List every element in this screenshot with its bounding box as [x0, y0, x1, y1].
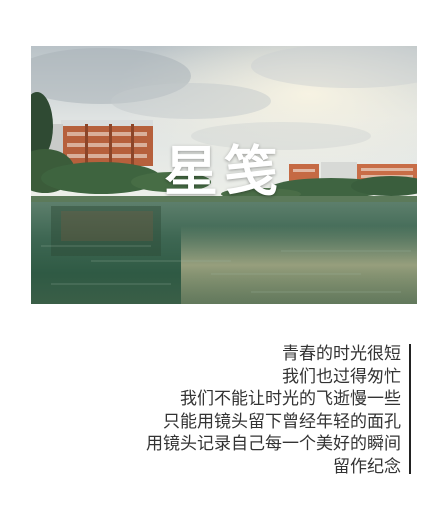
poem-line: 留作纪念: [333, 456, 401, 477]
vertical-divider: [409, 344, 411, 474]
cover-title: 星笺: [164, 140, 284, 203]
poem-text: 青春的时光很短 我们也过得匆忙 我们不能让时光的飞逝慢一些 只能用镜头留下曾经年…: [146, 343, 401, 478]
poem-line: 我们也过得匆忙: [282, 366, 401, 387]
cloud: [111, 83, 271, 119]
poem-line: 青春的时光很短: [282, 344, 401, 364]
poem-line: 我们不能让时光的飞逝慢一些: [180, 389, 401, 409]
poem-line: 用镜头记录自己每一个美好的瞬间: [146, 434, 401, 454]
poem-line: 只能用镜头留下曾经年轻的面孔: [163, 411, 401, 432]
